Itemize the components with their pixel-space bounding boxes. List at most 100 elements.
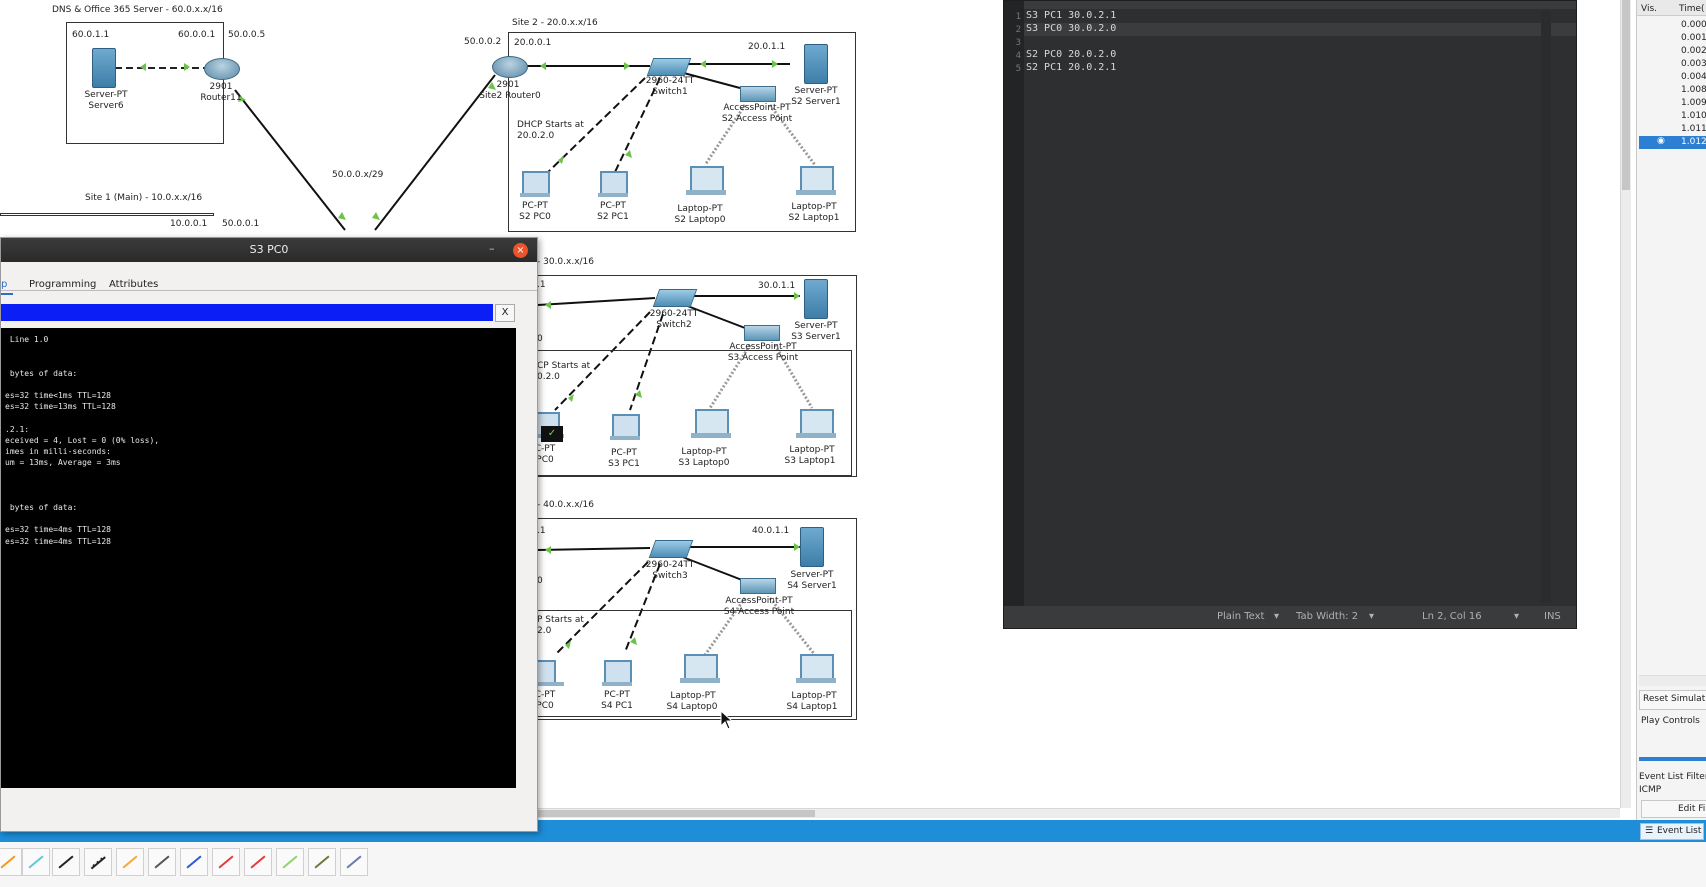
event-list-button[interactable]: ☰ Event List bbox=[1640, 823, 1704, 840]
switch3-device[interactable] bbox=[648, 540, 694, 558]
command-prompt-output[interactable]: Line 1.0 bytes of data: es=32 time<1ms T… bbox=[1, 328, 516, 788]
s2-laptop1-device[interactable] bbox=[796, 166, 836, 195]
server6-device[interactable] bbox=[92, 48, 116, 88]
site4-router-ip: .1 bbox=[537, 526, 546, 536]
column-vis[interactable]: Vis. bbox=[1641, 4, 1657, 14]
serial-dte-cable-icon[interactable] bbox=[244, 848, 272, 876]
switch2-device[interactable] bbox=[652, 289, 698, 307]
s3-access-point-device[interactable] bbox=[744, 325, 780, 341]
event-time[interactable]: 0.002 bbox=[1681, 46, 1706, 56]
event-time[interactable]: 1.009 bbox=[1681, 98, 1706, 108]
server6-type: Server-PT bbox=[84, 90, 128, 100]
play-speed-slider[interactable] bbox=[1639, 757, 1706, 761]
canvas-hscrollbar[interactable] bbox=[535, 808, 1620, 818]
s2-pc0-name: S2 PC0 bbox=[519, 212, 551, 222]
chevron-down-icon: ▾ bbox=[1274, 611, 1280, 622]
canvas-vscrollbar[interactable] bbox=[1620, 0, 1631, 808]
dns-ip-link: 50.0.0.5 bbox=[228, 30, 266, 40]
s2-ap-type: AccessPoint-PT bbox=[723, 103, 791, 113]
s4-ap-type: AccessPoint-PT bbox=[725, 596, 793, 606]
event-time[interactable]: 0.003 bbox=[1681, 59, 1706, 69]
code-line[interactable]: S3 PC1 30.0.2.1 bbox=[1026, 10, 1116, 21]
simulation-panel: Vis. Time( 0.000 0.001 0.002 0.003 0.004… bbox=[1636, 0, 1706, 887]
s3-pc1-type: PC-PT bbox=[611, 448, 637, 458]
cursor-position[interactable]: Ln 2, Col 16 bbox=[1422, 611, 1482, 622]
s4-laptop0-name: S4 Laptop0 bbox=[666, 702, 718, 712]
event-time[interactable]: 1.011 bbox=[1681, 124, 1706, 134]
language-mode-dropdown[interactable]: Plain Text bbox=[1217, 611, 1264, 622]
coaxial-cable-icon[interactable] bbox=[180, 848, 208, 876]
s4-server1-device[interactable] bbox=[800, 527, 824, 567]
server6-name: Server6 bbox=[88, 101, 124, 111]
vscroll-thumb[interactable] bbox=[1622, 0, 1630, 190]
serial-dce-cable-icon[interactable] bbox=[212, 848, 240, 876]
column-time[interactable]: Time( bbox=[1679, 4, 1705, 14]
s4-laptop1-device[interactable] bbox=[796, 654, 836, 683]
editor-topbar bbox=[1004, 1, 1576, 9]
crossover-cable-icon[interactable] bbox=[84, 848, 112, 876]
s4-server-ip: 40.0.1.1 bbox=[752, 526, 790, 536]
phone-cable-icon[interactable] bbox=[148, 848, 176, 876]
fiber-cable-icon[interactable] bbox=[116, 848, 144, 876]
tab-attributes[interactable]: Attributes bbox=[109, 279, 158, 290]
iot-cable-icon[interactable] bbox=[308, 848, 336, 876]
site2-router-device[interactable] bbox=[492, 56, 528, 78]
s3-ap-name: S3 Access Point bbox=[727, 353, 799, 363]
s2-laptop0-device[interactable] bbox=[686, 166, 726, 195]
s3-laptop1-device[interactable] bbox=[796, 409, 836, 438]
straight-through-cable-icon[interactable] bbox=[52, 848, 80, 876]
s2-pc1-device[interactable] bbox=[598, 171, 628, 197]
event-time-selected[interactable]: 1.012 bbox=[1681, 137, 1706, 147]
console-text: Line 1.0 bytes of data: es=32 time<1ms T… bbox=[5, 335, 160, 546]
event-list-hscroll[interactable] bbox=[1639, 675, 1706, 686]
s2-pc1-type: PC-PT bbox=[600, 201, 626, 211]
text-editor-window[interactable]: 1 S3 PC1 30.0.2.1 2 S3 PC0 30.0.2.0 3 4 … bbox=[1003, 0, 1577, 629]
window-titlebar[interactable]: S3 PC0 bbox=[1, 238, 537, 262]
usb-cable-icon[interactable] bbox=[340, 848, 368, 876]
s4-access-point-device[interactable] bbox=[740, 578, 776, 594]
switch1-model: 2960-24TT bbox=[645, 76, 695, 86]
hscroll-thumb[interactable] bbox=[535, 810, 815, 817]
close-app-button[interactable]: X bbox=[495, 304, 515, 322]
octal-cable-icon[interactable] bbox=[276, 848, 304, 876]
code-line[interactable]: S2 PC1 20.0.2.1 bbox=[1026, 62, 1116, 73]
s3-dhcp-note-2: 0.2.0 bbox=[537, 372, 560, 382]
event-time[interactable]: 0.004 bbox=[1681, 72, 1706, 82]
code-line[interactable]: S2 PC0 20.0.2.0 bbox=[1026, 49, 1116, 60]
edit-filters-button[interactable]: Edit Fil bbox=[1641, 800, 1706, 818]
s4-pc1-name: S4 PC1 bbox=[601, 701, 633, 711]
tab-programming[interactable]: Programming bbox=[29, 279, 96, 290]
event-time[interactable]: 1.008 bbox=[1681, 85, 1706, 95]
s2-pc0-type: PC-PT bbox=[522, 201, 548, 211]
s2-access-point-device[interactable] bbox=[740, 86, 776, 102]
editor-scrollbar[interactable] bbox=[1541, 11, 1551, 603]
line-number: 5 bbox=[1015, 64, 1021, 74]
eye-icon: ◉ bbox=[1657, 136, 1665, 146]
event-time[interactable]: 0.000 bbox=[1681, 20, 1706, 30]
auto-connect-tool-icon[interactable] bbox=[0, 848, 22, 876]
s3-laptop0-device[interactable] bbox=[691, 409, 731, 438]
s3-pc1-device[interactable] bbox=[610, 414, 640, 440]
s4-laptop0-device[interactable] bbox=[680, 654, 720, 683]
insert-mode-indicator: INS bbox=[1544, 611, 1561, 622]
app-title-bar bbox=[1, 304, 493, 321]
console-cable-icon[interactable] bbox=[22, 848, 50, 876]
event-time[interactable]: 0.001 bbox=[1681, 33, 1706, 43]
s2-server1-name: S2 Server1 bbox=[791, 97, 841, 107]
pc-desktop-window[interactable]: S3 PC0 – × p Programming Attributes X Li… bbox=[0, 237, 538, 832]
tab-desktop[interactable]: p bbox=[1, 279, 7, 290]
s4-pc0-device[interactable] bbox=[534, 660, 564, 686]
s2-pc0-device[interactable] bbox=[520, 171, 550, 197]
minimize-button[interactable]: – bbox=[489, 242, 495, 255]
s3-server1-device[interactable] bbox=[804, 279, 828, 319]
switch1-device[interactable] bbox=[646, 58, 692, 76]
tab-width-dropdown[interactable]: Tab Width: 2 bbox=[1296, 611, 1358, 622]
event-time[interactable]: 1.010 bbox=[1681, 111, 1706, 121]
close-icon[interactable]: × bbox=[513, 243, 528, 258]
check-icon: ✓ bbox=[541, 426, 563, 442]
reset-simulation-button[interactable]: Reset Simulati bbox=[1639, 690, 1706, 710]
router11-device[interactable] bbox=[204, 58, 240, 80]
s2-server1-device[interactable] bbox=[804, 44, 828, 84]
s4-pc1-device[interactable] bbox=[602, 660, 632, 686]
code-line[interactable]: S3 PC0 30.0.2.0 bbox=[1026, 23, 1116, 34]
